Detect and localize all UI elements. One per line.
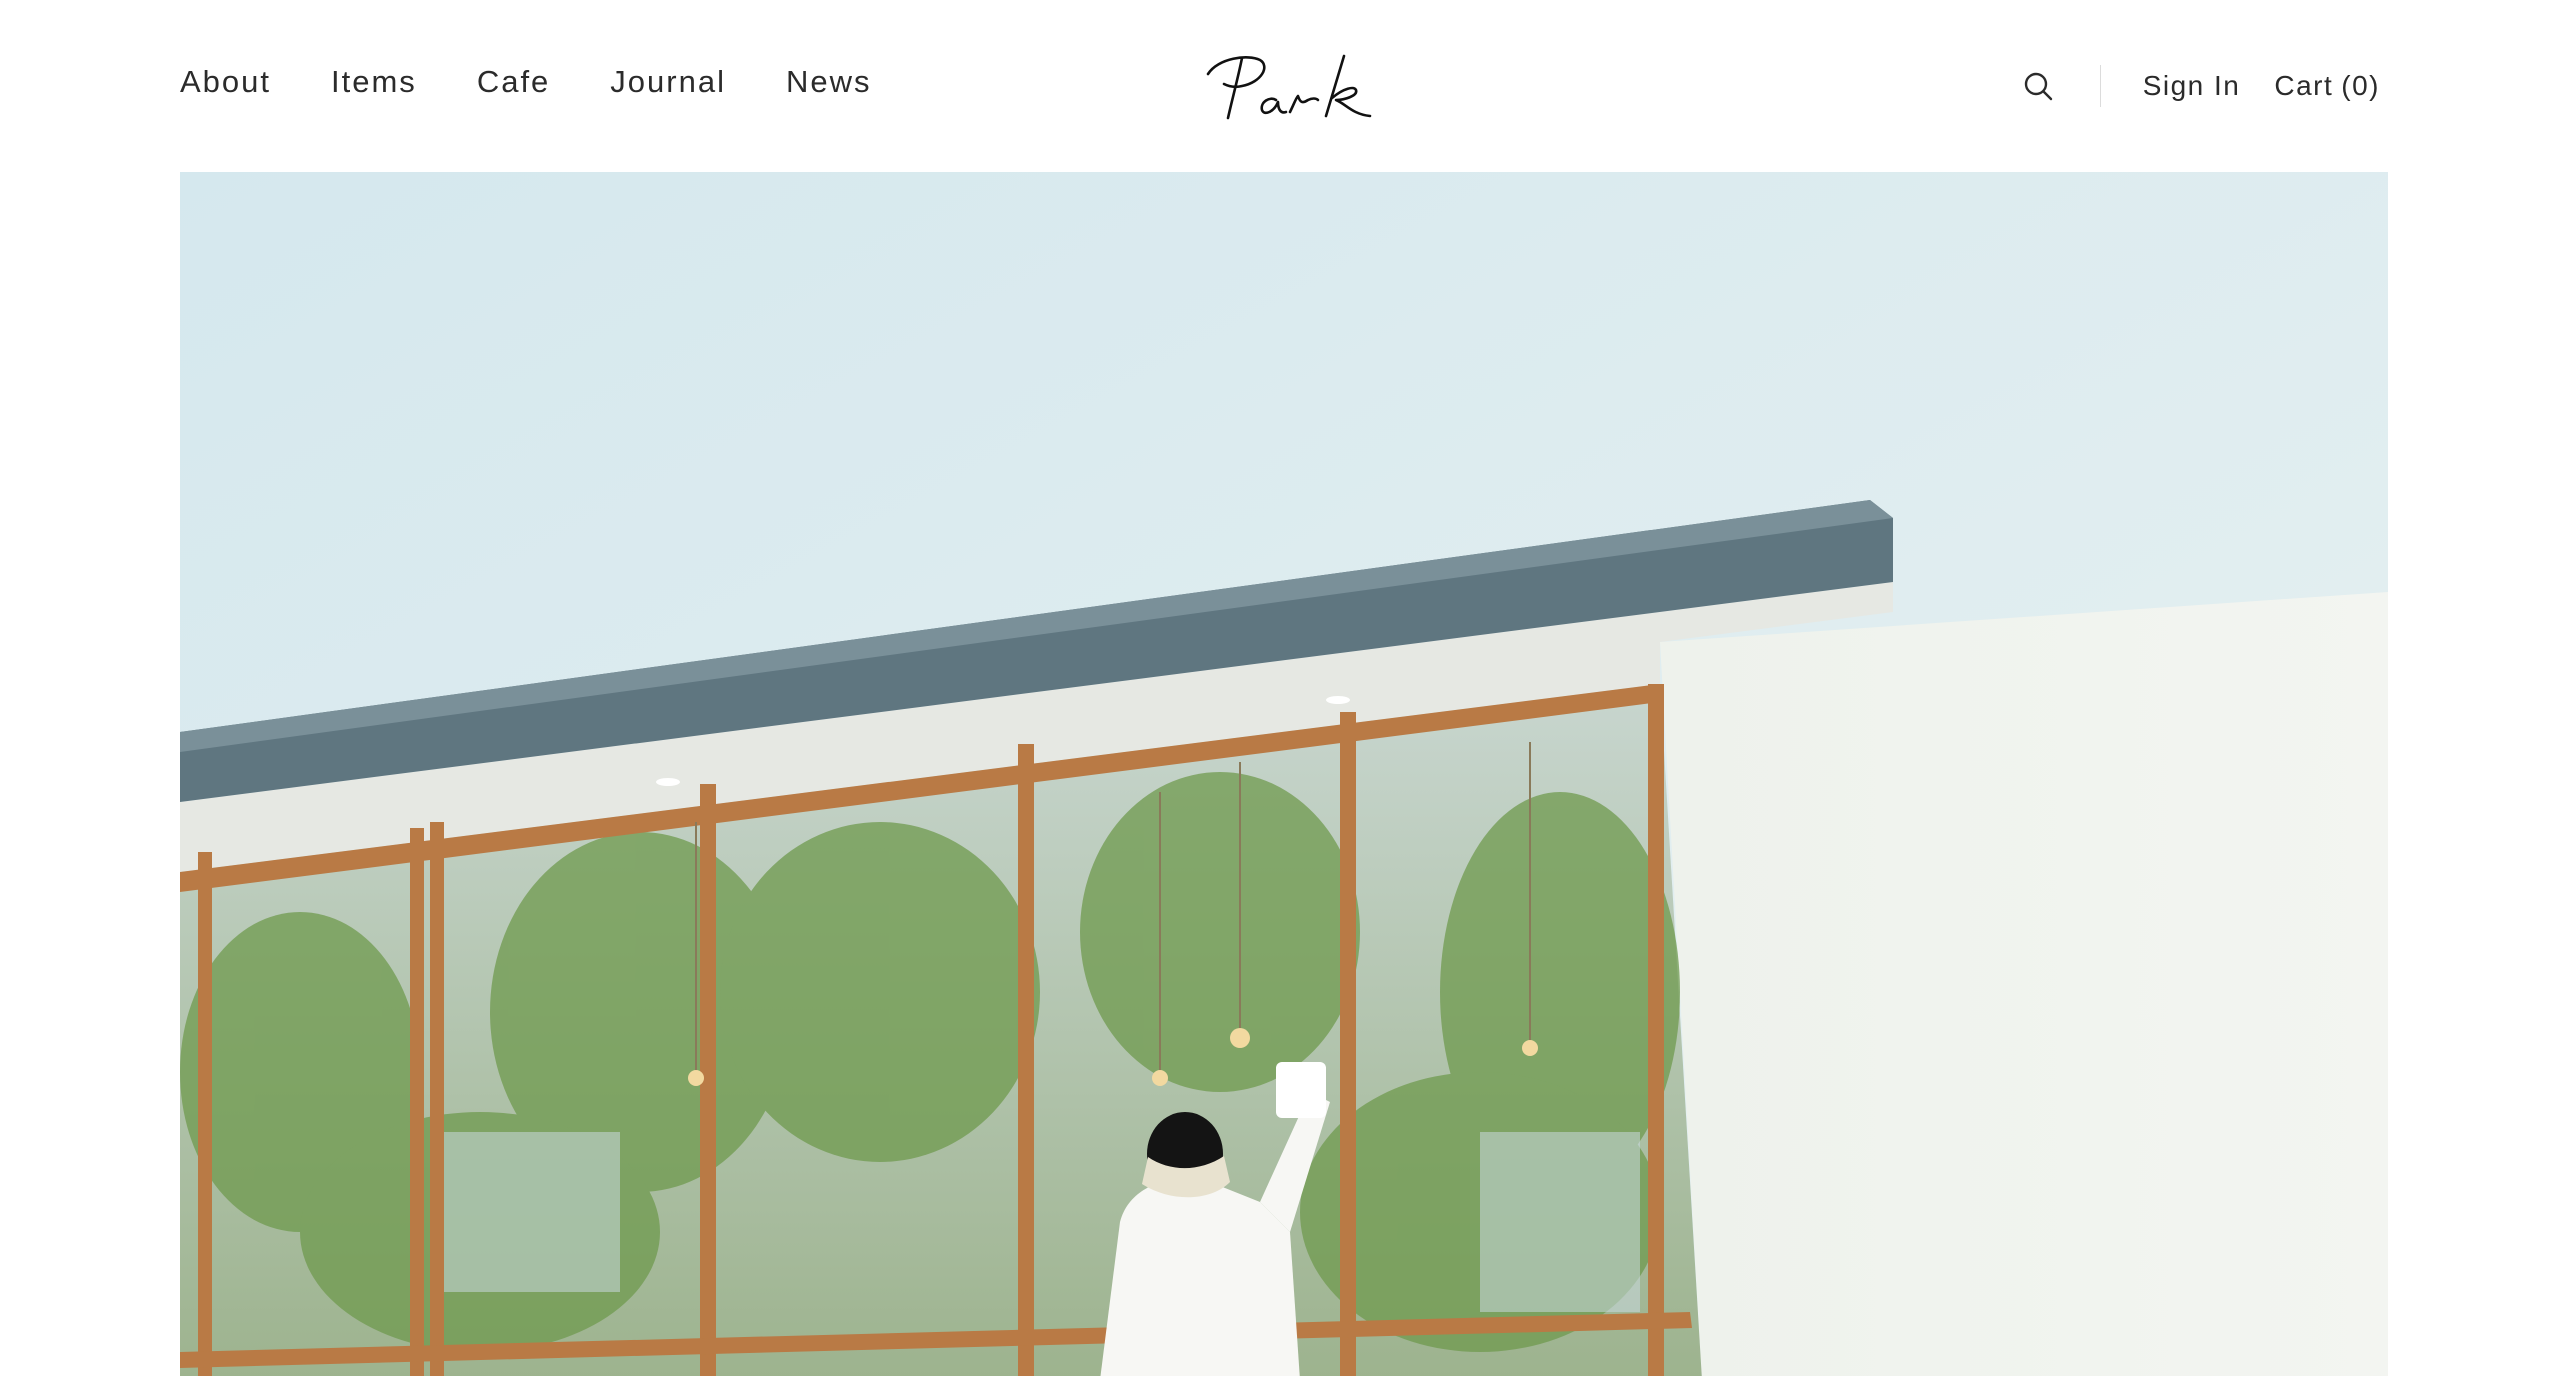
cart-count-open: ( — [2341, 70, 2353, 101]
search-icon — [2024, 72, 2052, 101]
page: About Items Cafe Journal News Sign In Ca… — [0, 0, 2560, 1376]
cafe-storefront-illustration — [180, 172, 2388, 1376]
cart-count-close: ) — [2369, 70, 2380, 101]
utility-divider — [2099, 65, 2101, 107]
nav-news[interactable]: News — [786, 58, 872, 106]
site-logo[interactable] — [1198, 52, 1374, 122]
nav-cafe[interactable]: Cafe — [477, 58, 550, 106]
nav-about[interactable]: About — [180, 58, 271, 106]
nav-items[interactable]: Items — [331, 58, 417, 106]
main-nav: About Items Cafe Journal News — [180, 58, 932, 106]
cart-count: 0 — [2352, 70, 2370, 101]
hero-image — [180, 172, 2388, 1376]
site-header: About Items Cafe Journal News Sign In Ca… — [0, 0, 2560, 172]
nav-journal[interactable]: Journal — [610, 58, 726, 106]
cart-label: Cart — [2274, 70, 2334, 101]
cart-link[interactable]: Cart (0) — [2274, 62, 2380, 110]
search-button[interactable] — [2018, 66, 2058, 106]
sign-in-link[interactable]: Sign In — [2143, 62, 2241, 110]
park-logo-script — [1206, 54, 1372, 120]
utility-nav: Sign In Cart (0) — [2018, 62, 2380, 110]
